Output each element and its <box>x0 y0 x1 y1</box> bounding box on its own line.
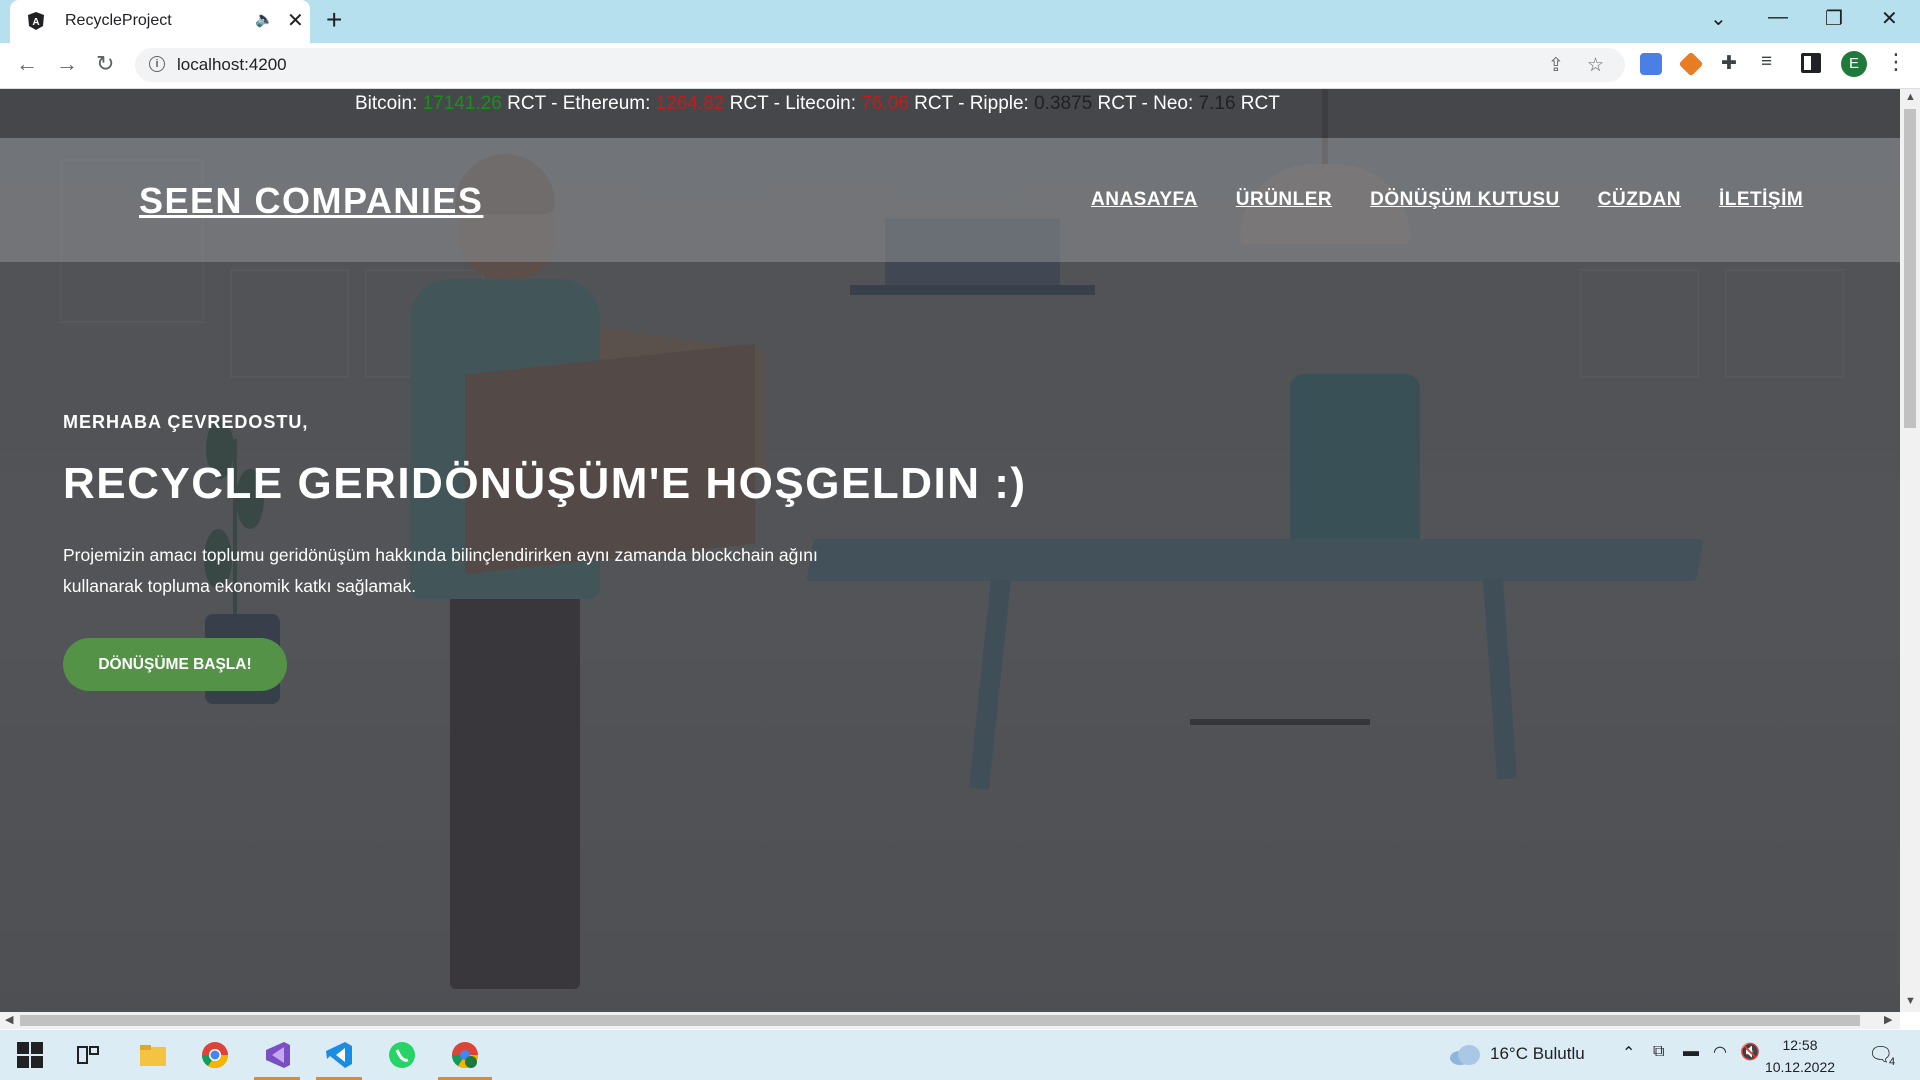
minimize-icon[interactable]: — <box>1768 6 1788 29</box>
ticker-coin-unit: RCT <box>501 93 546 114</box>
web-page: Bitcoin: 17141.26 RCT - Ethereum: 1264.8… <box>0 89 1900 1012</box>
task-view-icon[interactable] <box>76 1043 100 1067</box>
ticker-coin-unit: RCT <box>724 93 769 114</box>
browser-tab-strip: A RecycleProject 🔈 ✕ + ⌄ — ❐ ✕ <box>0 0 1920 43</box>
volume-muted-icon[interactable]: 🔇 <box>1740 1042 1760 1062</box>
profile-avatar[interactable]: E <box>1841 51 1867 77</box>
nav-links: ANASAYFA ÜRÜNLER DÖNÜŞÜM KUTUSU CÜZDAN İ… <box>1091 189 1803 211</box>
scroll-up-arrow-icon[interactable]: ▲ <box>1905 91 1916 103</box>
weather-text[interactable]: 16°C Bulutlu <box>1490 1044 1585 1064</box>
close-icon[interactable]: ✕ <box>1881 6 1898 31</box>
ticker-coin-value: 76.06 <box>861 93 909 114</box>
nav-link-iletisim[interactable]: İLETİŞİM <box>1719 189 1803 211</box>
ticker-coin-unit: RCT <box>1092 93 1137 114</box>
vertical-scroll-thumb[interactable] <box>1904 109 1916 428</box>
address-bar[interactable]: i localhost:4200 ⇪ ☆ <box>135 48 1625 82</box>
hero-greeting: MERHABA ÇEVREDOSTU, <box>63 412 309 432</box>
speaker-icon[interactable]: 🔈 <box>255 10 274 28</box>
bookmark-star-icon[interactable]: ☆ <box>1587 54 1604 77</box>
chevron-down-icon[interactable]: ⌄ <box>1710 6 1727 31</box>
ticker-separator: - <box>1136 93 1154 114</box>
horizontal-scroll-thumb[interactable] <box>20 1015 1860 1026</box>
cloud-weather-icon[interactable] <box>1448 1044 1482 1066</box>
hero-description: Projemizin amacı toplumu geridönüşüm hak… <box>63 545 818 596</box>
puzzle-extensions-icon[interactable]: ✚ <box>1721 52 1737 75</box>
ticker-coin-value: 7.16 <box>1198 93 1236 114</box>
back-arrow-icon[interactable]: ← <box>16 51 38 77</box>
ticker-coin-value: 0.3875 <box>1034 93 1093 114</box>
side-panel-icon[interactable] <box>1801 53 1821 73</box>
metamask-fox-icon[interactable] <box>1678 51 1704 77</box>
horizontal-scrollbar[interactable]: ◀ ▶ <box>0 1012 1900 1029</box>
windows-start-icon[interactable] <box>17 1042 43 1068</box>
ticker-coin-unit: RCT <box>908 93 953 114</box>
vscode-icon[interactable] <box>324 1040 354 1070</box>
ticker-coin-value: 17141.26 <box>422 93 502 114</box>
browser-toolbar: ← → ↻ i localhost:4200 ⇪ ☆ ✚ ≡ E ⋮ <box>0 43 1920 89</box>
scroll-down-arrow-icon[interactable]: ▼ <box>1905 995 1916 1007</box>
crypto-ticker: Bitcoin: 17141.26 RCT - Ethereum: 1264.8… <box>0 89 1900 138</box>
ticker-coin-name: Neo: <box>1153 93 1199 114</box>
ticker-coin-name: Litecoin: <box>785 93 862 114</box>
reload-icon[interactable]: ↻ <box>96 51 114 77</box>
system-clock[interactable]: 12:58 10.12.2022 <box>1760 1034 1840 1078</box>
wifi-icon[interactable]: ◠ <box>1713 1042 1727 1062</box>
tab-close-icon[interactable]: ✕ <box>287 8 304 33</box>
file-explorer-icon[interactable] <box>138 1040 168 1070</box>
ticker-coin-unit: RCT <box>1235 93 1280 114</box>
meet-now-icon[interactable]: ⧉ <box>1653 1043 1664 1061</box>
ticker-separator: - <box>768 93 786 114</box>
ticker-coin-value: 1264.82 <box>655 93 725 114</box>
nav-link-urunler[interactable]: ÜRÜNLER <box>1236 189 1332 211</box>
windows-taskbar: 16°C Bulutlu ⌃ ⧉ ▬ ◠ 🔇 12:58 10.12.2022 … <box>0 1030 1920 1080</box>
nav-link-donusum-kutusu[interactable]: DÖNÜŞÜM KUTUSU <box>1370 189 1560 211</box>
hero-headline: RECYCLE GERIDÖNÜŞÜM'E HOŞGELDIN :) <box>63 459 1027 508</box>
angular-logo-icon: A <box>28 12 44 30</box>
menu-kebab-icon[interactable]: ⋮ <box>1885 49 1907 75</box>
brand-logo-link[interactable]: SEEN COMPANIES <box>139 180 483 222</box>
scroll-right-arrow-icon[interactable]: ▶ <box>1884 1013 1892 1026</box>
forward-arrow-icon[interactable]: → <box>56 51 78 77</box>
chevron-up-icon[interactable]: ⌃ <box>1622 1043 1635 1063</box>
url-text[interactable]: localhost:4200 <box>177 55 287 75</box>
new-tab-button[interactable]: + <box>326 4 342 36</box>
media-queue-icon[interactable]: ≡ <box>1761 51 1772 73</box>
notification-count: 4 <box>1889 1056 1896 1068</box>
clock-time: 12:58 <box>1782 1037 1818 1053</box>
chrome-icon[interactable] <box>200 1040 230 1070</box>
scroll-left-arrow-icon[interactable]: ◀ <box>5 1013 13 1026</box>
ticker-coin-name: Ethereum: <box>562 93 656 114</box>
visual-studio-icon[interactable] <box>262 1040 292 1070</box>
ticker-separator: - <box>952 93 970 114</box>
ticker-coin-name: Bitcoin: <box>355 93 423 114</box>
svg-text:A: A <box>32 17 39 28</box>
chrome-profile-icon[interactable] <box>450 1040 480 1070</box>
translate-icon[interactable] <box>1640 53 1662 75</box>
ticker-separator: - <box>545 93 563 114</box>
nav-link-cuzdan[interactable]: CÜZDAN <box>1598 189 1681 211</box>
nav-link-anasayfa[interactable]: ANASAYFA <box>1091 189 1198 211</box>
site-info-icon[interactable]: i <box>149 56 165 72</box>
tab-title: RecycleProject <box>65 12 172 29</box>
ticker-coin-name: Ripple: <box>969 93 1035 114</box>
clock-date: 10.12.2022 <box>1764 1059 1836 1075</box>
vertical-scrollbar[interactable]: ▲ ▼ <box>1900 89 1920 1012</box>
whatsapp-icon[interactable] <box>387 1040 417 1070</box>
site-navbar: SEEN COMPANIES ANASAYFA ÜRÜNLER DÖNÜŞÜM … <box>0 138 1900 262</box>
start-recycling-button[interactable]: DÖNÜŞÜME BAŞLA! <box>63 638 287 691</box>
ticker-line: Bitcoin: 17141.26 RCT - Ethereum: 1264.8… <box>355 93 1280 115</box>
restore-icon[interactable]: ❐ <box>1825 6 1843 31</box>
share-icon[interactable]: ⇪ <box>1548 54 1564 77</box>
battery-icon[interactable]: ▬ <box>1683 1043 1699 1061</box>
browser-tab[interactable]: A RecycleProject 🔈 ✕ <box>10 0 310 43</box>
